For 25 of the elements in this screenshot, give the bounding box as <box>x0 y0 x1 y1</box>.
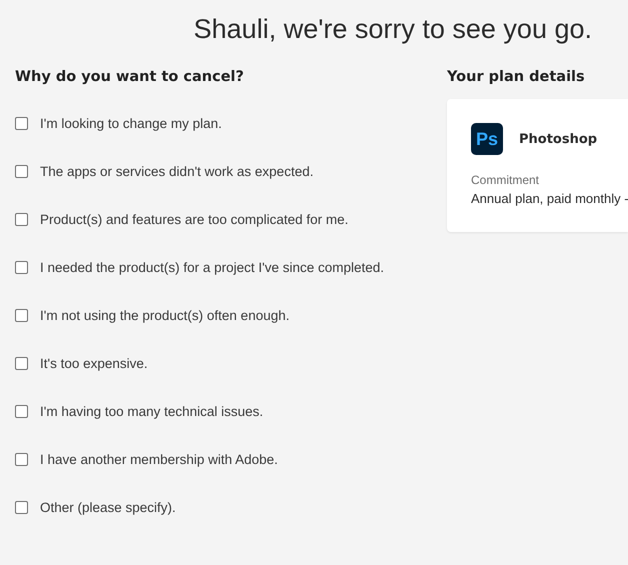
commitment-label: Commitment <box>471 173 540 187</box>
checkbox[interactable] <box>15 356 28 370</box>
option-label[interactable]: I'm not using the product(s) often enough. <box>40 308 290 322</box>
checkbox[interactable] <box>15 308 28 322</box>
checkbox[interactable] <box>15 164 28 178</box>
checkbox[interactable] <box>15 212 28 226</box>
section-title: Your plan details <box>447 69 586 85</box>
option-label[interactable]: I'm looking to change my plan. <box>40 116 222 130</box>
checkbox[interactable] <box>15 116 28 130</box>
checkbox[interactable] <box>15 452 28 466</box>
checkbox[interactable] <box>15 500 28 514</box>
option-label[interactable]: The apps or services didn't work as expected. <box>40 164 314 178</box>
app-icon: Ps <box>471 123 503 155</box>
option-label[interactable]: I needed the product(s) for a project I've since completed. <box>40 260 384 274</box>
option-label[interactable]: I have another membership with Adobe. <box>40 452 278 466</box>
option-label[interactable]: Product(s) and features are too complicated for me. <box>40 212 348 226</box>
app-name: Photoshop <box>519 132 598 146</box>
commitment-value: Annual plan, paid monthly - <box>471 191 628 206</box>
section-title: Why do you want to cancel? <box>15 69 245 85</box>
option-label[interactable]: Other (please specify). <box>40 500 176 514</box>
option-label[interactable]: It's too expensive. <box>40 356 148 370</box>
checkbox[interactable] <box>15 404 28 418</box>
option-label[interactable]: I'm having too many technical issues. <box>40 404 264 418</box>
checkbox[interactable] <box>15 260 28 274</box>
page-heading: Shauli, we're sorry to see you go. <box>194 14 592 45</box>
